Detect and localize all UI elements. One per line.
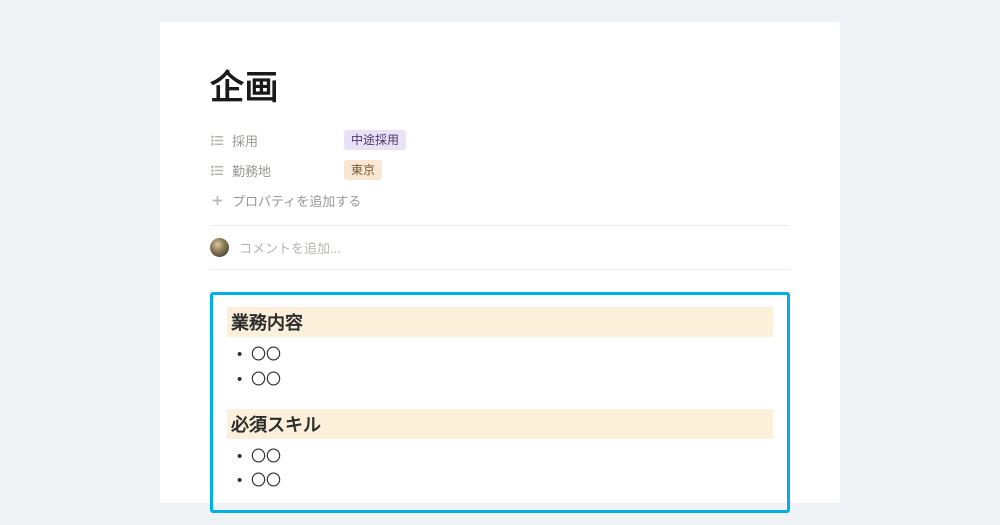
property-value[interactable]: 中途採用 (344, 130, 406, 150)
avatar (210, 238, 229, 257)
highlighted-content-box: 業務内容 〇〇 〇〇 必須スキル 〇〇 〇〇 (210, 292, 790, 513)
comment-placeholder: コメントを追加... (239, 238, 341, 257)
list-item[interactable]: 〇〇 (235, 343, 773, 368)
bullet-list-duties: 〇〇 〇〇 (227, 343, 773, 393)
tag-pill: 東京 (344, 160, 382, 180)
property-row-location[interactable]: 勤務地 東京 (210, 155, 790, 185)
property-value[interactable]: 東京 (344, 160, 382, 180)
document-page: 企画 採用 中途採用 勤務地 東京 (160, 22, 840, 503)
page-title[interactable]: 企画 (210, 60, 790, 109)
comment-input-area[interactable]: コメントを追加... (210, 225, 790, 270)
multiselect-icon (210, 163, 225, 178)
tag-pill: 中途採用 (344, 130, 406, 150)
list-item[interactable]: 〇〇 (235, 368, 773, 393)
plus-icon (210, 193, 225, 208)
list-item[interactable]: 〇〇 (235, 469, 773, 494)
property-row-recruitment[interactable]: 採用 中途採用 (210, 125, 790, 155)
multiselect-icon (210, 133, 225, 148)
property-name: 勤務地 (232, 161, 271, 180)
property-label: 採用 (210, 131, 344, 150)
property-label: 勤務地 (210, 161, 344, 180)
bullet-list-skills: 〇〇 〇〇 (227, 445, 773, 495)
section-heading-duties[interactable]: 業務内容 (227, 307, 773, 337)
properties-block: 採用 中途採用 勤務地 東京 プロパティを追加する (210, 125, 790, 215)
list-item[interactable]: 〇〇 (235, 445, 773, 470)
add-property-button[interactable]: プロパティを追加する (210, 185, 790, 215)
add-property-label: プロパティを追加する (232, 191, 361, 210)
section-heading-skills[interactable]: 必須スキル (227, 409, 773, 439)
property-name: 採用 (232, 131, 258, 150)
